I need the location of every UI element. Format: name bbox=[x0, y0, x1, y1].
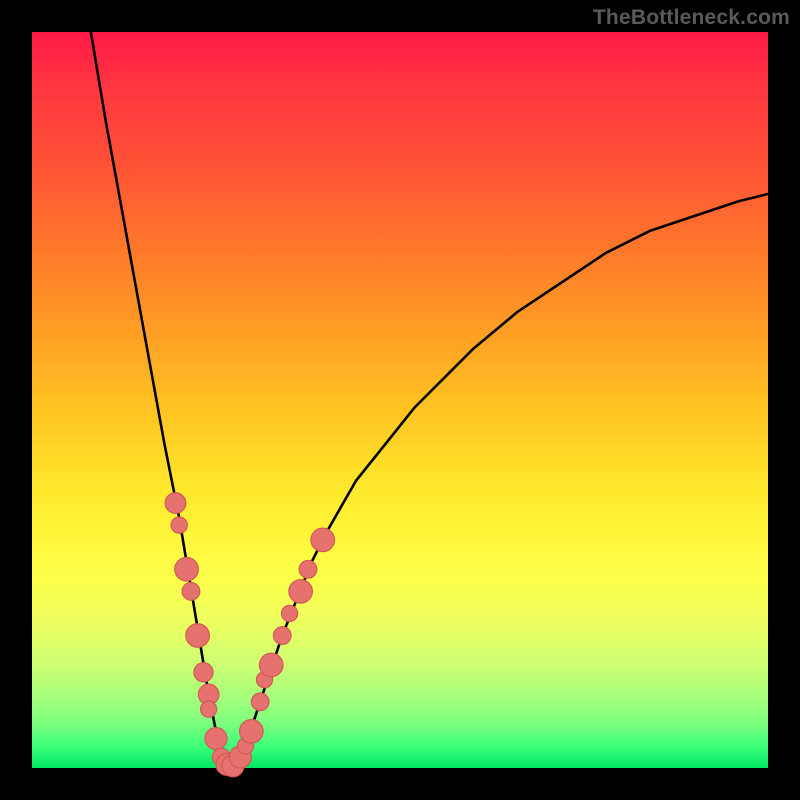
data-point bbox=[240, 719, 264, 743]
chart-frame: TheBottleneck.com bbox=[0, 0, 800, 800]
data-point bbox=[175, 558, 199, 582]
data-point bbox=[186, 624, 210, 648]
data-point bbox=[311, 528, 335, 552]
watermark-text: TheBottleneck.com bbox=[593, 6, 790, 30]
data-point bbox=[205, 728, 227, 750]
data-point bbox=[171, 517, 187, 533]
data-point bbox=[182, 583, 200, 601]
data-point bbox=[165, 493, 186, 514]
data-point bbox=[201, 701, 217, 717]
curve-markers bbox=[165, 493, 334, 777]
plot-area bbox=[32, 32, 768, 768]
data-point bbox=[299, 560, 317, 578]
data-point bbox=[282, 605, 298, 621]
curve-svg bbox=[32, 32, 768, 768]
data-point bbox=[273, 627, 291, 645]
data-point bbox=[251, 693, 269, 711]
bottleneck-curve bbox=[91, 32, 768, 768]
data-point bbox=[194, 663, 213, 682]
data-point bbox=[289, 580, 313, 604]
data-point bbox=[259, 653, 283, 677]
